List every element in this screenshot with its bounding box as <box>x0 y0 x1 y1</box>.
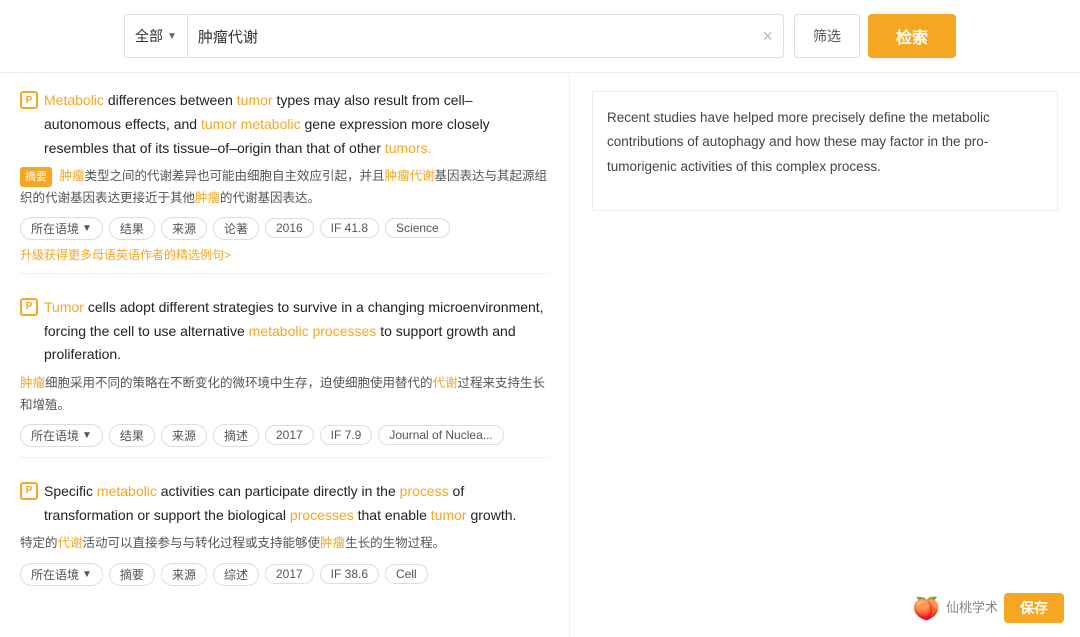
tag-row: 所在语境▼ 结果 来源 摘述 2017 IF 7.9 Journal of Nu… <box>20 424 549 447</box>
result-en-text: Metabolic differences between tumor type… <box>44 89 549 160</box>
tag-context[interactable]: 所在语境▼ <box>20 217 103 240</box>
tag-abstract[interactable]: 摘要 <box>109 563 155 586</box>
text-segment: differences between <box>108 92 237 108</box>
main-content: P Metabolic differences between tumor ty… <box>0 73 1080 637</box>
search-button[interactable]: 检索 <box>868 14 956 58</box>
result-header: P Tumor cells adopt different strategies… <box>20 296 549 367</box>
tag-journal: Journal of Nuclea... <box>378 425 503 445</box>
highlight: tumor <box>201 116 237 132</box>
tag-journal: Science <box>385 218 450 238</box>
highlight: metabolic processes <box>249 323 377 339</box>
highlight: Tumor <box>44 299 84 315</box>
tag-type[interactable]: 摘述 <box>213 424 259 447</box>
text-segment: Specific <box>44 483 97 499</box>
result-cn-text: 特定的代谢活动可以直接参与与转化过程或支持能够使肿瘤生长的生物过程。 <box>20 533 549 554</box>
category-selector[interactable]: 全部 ▼ <box>125 15 188 57</box>
detail-text: Recent studies have helped more precisel… <box>592 91 1058 211</box>
text-segment: activities can participate directly in t… <box>161 483 400 499</box>
result-cn-text: 肿瘤细胞采用不同的策略在不断变化的微环境中生存，迫使细胞使用替代的代谢过程来支持… <box>20 373 549 416</box>
highlight: Metabolic <box>44 92 104 108</box>
dropdown-icon: ▼ <box>82 223 92 234</box>
chevron-down-icon: ▼ <box>167 31 177 42</box>
result-header: P Metabolic differences between tumor ty… <box>20 89 549 160</box>
tag-label: 所在语境 <box>31 220 79 237</box>
result-item: P Tumor cells adopt different strategies… <box>20 296 549 458</box>
highlight: processes <box>290 507 354 523</box>
highlight: metabolic <box>97 483 157 499</box>
detail-panel: Recent studies have helped more precisel… <box>570 73 1080 637</box>
search-input[interactable] <box>188 28 753 45</box>
result-item: P Metabolic differences between tumor ty… <box>20 89 549 274</box>
tag-if: IF 41.8 <box>320 218 379 238</box>
tag-context[interactable]: 所在语境▼ <box>20 424 103 447</box>
result-en-text: Specific metabolic activities can partic… <box>44 480 549 528</box>
search-input-container: 全部 ▼ × <box>124 14 784 58</box>
cn-badge: 摘要 <box>20 167 52 188</box>
tag-label: 所在语境 <box>31 427 79 444</box>
result-header: P Specific metabolic activities can part… <box>20 480 549 528</box>
tag-label: 所在语境 <box>31 566 79 583</box>
highlight: metabolic <box>241 116 301 132</box>
tag-year: 2016 <box>265 218 314 238</box>
tag-row: 所在语境▼ 摘要 来源 综述 2017 IF 38.6 Cell <box>20 563 549 586</box>
branding-area: 🍑 仙桃学术 保存 <box>913 590 1064 627</box>
highlight: tumors. <box>385 140 432 156</box>
result-cn-text: 摘要 肿瘤类型之间的代谢差异也可能由细胞自主效应引起，并且肿瘤代谢基因表达与其起… <box>20 166 549 209</box>
text-segment: that enable <box>358 507 431 523</box>
upgrade-link[interactable]: 升级获得更多母语英语作者的精选例句> <box>20 246 549 263</box>
category-label: 全部 <box>135 26 163 46</box>
tag-if: IF 7.9 <box>320 425 373 445</box>
tag-source[interactable]: 来源 <box>161 217 207 240</box>
highlight: tumor <box>237 92 273 108</box>
result-icon: P <box>20 91 38 109</box>
tag-result[interactable]: 结果 <box>109 424 155 447</box>
tag-type[interactable]: 综述 <box>213 563 259 586</box>
tag-type[interactable]: 论著 <box>213 217 259 240</box>
results-panel: P Metabolic differences between tumor ty… <box>0 73 570 637</box>
tag-row: 所在语境▼ 结果 来源 论著 2016 IF 41.8 Science <box>20 217 549 240</box>
filter-button[interactable]: 筛选 <box>794 14 860 58</box>
highlight: process <box>400 483 449 499</box>
tag-context[interactable]: 所在语境▼ <box>20 563 103 586</box>
text-segment: growth. <box>470 507 516 523</box>
tag-year: 2017 <box>265 425 314 445</box>
highlight: tumor <box>431 507 467 523</box>
brand-name: 仙桃学术 <box>946 597 998 619</box>
text-segment: 肿瘤类型之间的代谢差异也可能由细胞自主效应引起，并且肿瘤代谢基因表达与其起源组织… <box>20 169 547 204</box>
dropdown-icon: ▼ <box>82 569 92 580</box>
result-icon: P <box>20 298 38 316</box>
result-en-text: Tumor cells adopt different strategies t… <box>44 296 549 367</box>
dropdown-icon: ▼ <box>82 430 92 441</box>
tag-journal: Cell <box>385 564 428 584</box>
tag-year: 2017 <box>265 564 314 584</box>
tag-source[interactable]: 来源 <box>161 424 207 447</box>
tag-result[interactable]: 结果 <box>109 217 155 240</box>
save-button[interactable]: 保存 <box>1004 593 1064 623</box>
result-item: P Specific metabolic activities can part… <box>20 480 549 596</box>
brand-logo-icon: 🍑 <box>913 590 940 627</box>
result-icon: P <box>20 482 38 500</box>
tag-source[interactable]: 来源 <box>161 563 207 586</box>
tag-if: IF 38.6 <box>320 564 379 584</box>
search-bar: 全部 ▼ × 筛选 检索 <box>0 0 1080 73</box>
clear-icon[interactable]: × <box>752 26 783 47</box>
